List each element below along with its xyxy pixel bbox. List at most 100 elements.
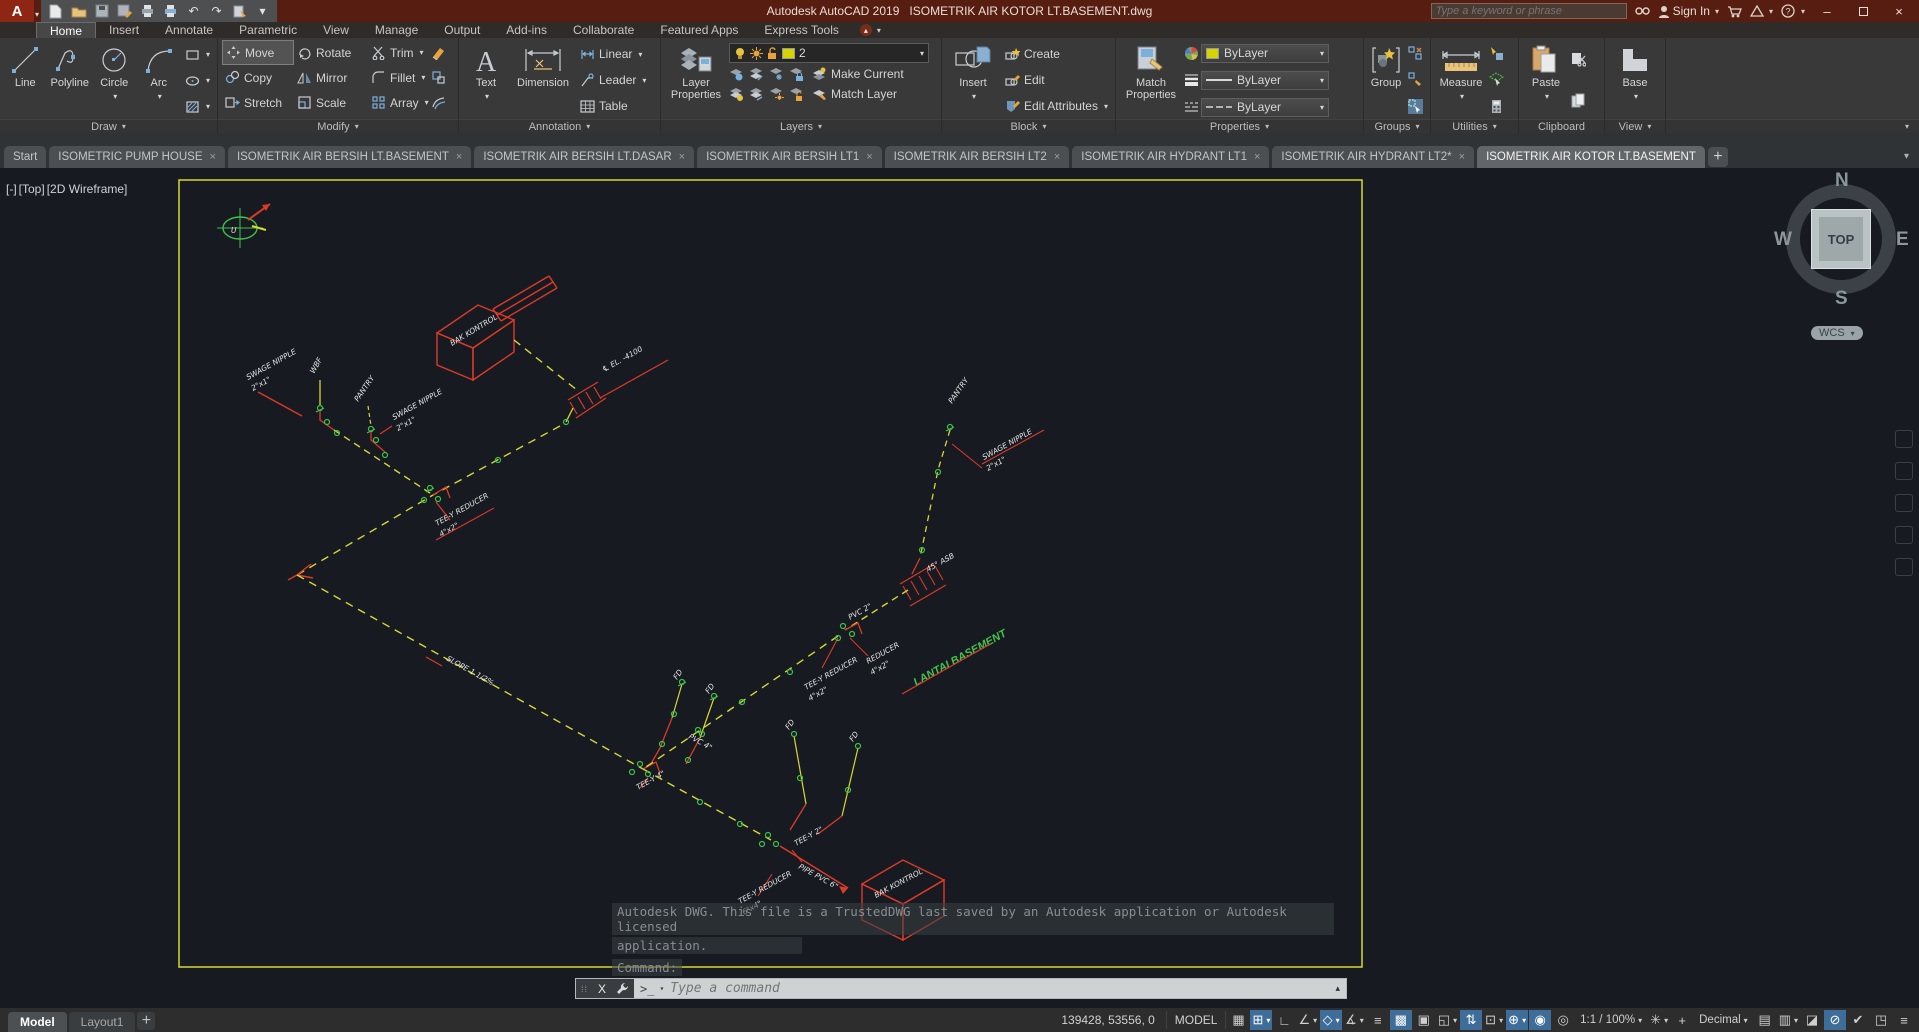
close-icon[interactable]: × <box>210 151 216 163</box>
panel-label-utilities[interactable]: Utilities ▾ <box>1431 119 1518 133</box>
new-file-icon[interactable] <box>47 3 64 20</box>
file-tab-air-bersih-basement[interactable]: ISOMETRIK AIR BERSIH LT.BASEMENT × <box>227 146 472 168</box>
base-button[interactable]: Base ▾ <box>1610 41 1660 119</box>
quick-select-icon[interactable] <box>1489 46 1504 61</box>
orbit-icon[interactable] <box>1895 526 1913 544</box>
command-bar-grip[interactable]: ⁞⁞ X <box>576 979 634 998</box>
wcs-selector[interactable]: WCS ▾ <box>1811 326 1863 340</box>
ribbon-tab-parametric[interactable]: Parametric <box>226 22 310 38</box>
print-icon[interactable] <box>162 3 179 20</box>
close-icon[interactable]: × <box>1054 151 1060 163</box>
circle-button[interactable]: Circle ▾ <box>93 41 136 119</box>
leader-button[interactable]: Leader ▾ <box>577 68 649 93</box>
save-icon[interactable] <box>93 3 110 20</box>
recent-commands-dropdown-icon[interactable]: ▾ <box>659 984 664 993</box>
make-current-button[interactable]: Make Current <box>809 65 907 83</box>
status-units[interactable]: Decimal ▾ <box>1694 1010 1753 1030</box>
linear-dimension-button[interactable]: Linear ▾ <box>577 42 649 67</box>
viewcube-north[interactable]: N <box>1835 170 1849 192</box>
mirror-button[interactable]: Mirror <box>294 65 368 90</box>
table-button[interactable]: Table <box>577 94 649 119</box>
status-selection-filtering[interactable]: ⊡ ▾ <box>1483 1010 1505 1030</box>
viewcube-west[interactable]: W <box>1774 229 1792 251</box>
command-line-bar[interactable]: ⁞⁞ X >_▾ ▴ <box>575 978 1347 999</box>
object-color-dropdown[interactable]: ByLayer ▾ <box>1201 43 1329 63</box>
layer-unlock-all-icon[interactable] <box>789 87 804 102</box>
status-object-snap-tracking[interactable]: ∡ ▾ <box>1343 1010 1366 1030</box>
panel-label-layers[interactable]: Layers ▾ <box>661 119 941 133</box>
status-customize[interactable]: ≡ <box>1893 1010 1915 1030</box>
create-block-button[interactable]: Create <box>1002 42 1111 67</box>
arc-dropdown-icon[interactable]: ▾ <box>158 91 162 103</box>
insert-button[interactable]: Insert ▾ <box>946 41 1000 119</box>
file-tab-overflow-icon[interactable]: ▾ <box>1904 151 1919 168</box>
match-layer-button[interactable]: Match Layer <box>809 85 900 103</box>
ribbon-tab-collaborate[interactable]: Collaborate <box>560 22 647 38</box>
layer-off-icon[interactable] <box>729 67 744 82</box>
panel-label-groups[interactable]: Groups ▾ <box>1364 119 1430 133</box>
ungroup-icon[interactable] <box>1408 46 1423 61</box>
layer-freeze-icon[interactable] <box>769 67 784 82</box>
help-icon[interactable]: ? ▾ <box>1781 3 1805 19</box>
circle-dropdown-icon[interactable]: ▾ <box>113 91 117 103</box>
close-icon[interactable]: × <box>1459 151 1465 163</box>
minimize-button[interactable]: – <box>1813 4 1841 19</box>
ribbon-tab-featured-apps[interactable]: Featured Apps <box>647 22 751 38</box>
panel-label-modify[interactable]: Modify ▾ <box>218 119 458 133</box>
model-space-button[interactable]: MODEL <box>1165 1011 1227 1029</box>
edit-block-button[interactable]: Edit <box>1002 68 1111 93</box>
status-transparency[interactable]: ▩ <box>1389 1010 1412 1030</box>
autocad-app-menu-icon[interactable]: A <box>0 0 34 22</box>
full-navigation-wheel-icon[interactable] <box>1895 430 1913 448</box>
app-menu-dropdown-icon[interactable]: ▾ <box>35 10 39 19</box>
ribbon-tab-home[interactable]: Home <box>36 22 97 38</box>
status-clean-screen[interactable]: ◳ <box>1870 1010 1892 1030</box>
model-tab[interactable]: Model <box>8 1012 67 1032</box>
status-polar-tracking[interactable]: ∠ ▾ <box>1296 1010 1319 1030</box>
app-store-cart-icon[interactable] <box>1727 5 1742 18</box>
layer-properties-button[interactable]: Layer Properties <box>665 41 727 119</box>
layer-isolate-icon[interactable] <box>749 67 764 82</box>
showmotion-icon[interactable] <box>1895 558 1913 576</box>
status-isodraft[interactable]: ◇ ▾ <box>1320 1010 1343 1030</box>
explode-button[interactable] <box>428 65 449 90</box>
drawing-canvas[interactable]: U BAK KONTROL ℄ EL. -4100 SWAGE NIPPLE 2… <box>0 168 1919 1008</box>
zoom-extents-icon[interactable] <box>1895 494 1913 512</box>
file-tab-isometric-pump-house[interactable]: ISOMETRIC PUMP HOUSE × <box>49 146 225 168</box>
status-autoscale[interactable]: ◎ <box>1552 1010 1574 1030</box>
linetype-dropdown[interactable]: ByLayer ▾ <box>1201 97 1329 117</box>
line-button[interactable]: Line <box>4 41 47 119</box>
polyline-button[interactable]: Polyline <box>49 41 92 119</box>
layer-dropdown[interactable]: 2 ▾ <box>729 43 929 63</box>
status-workspace-switching[interactable]: ✳ ▾ <box>1648 1010 1670 1030</box>
move-button[interactable]: Move <box>222 40 294 65</box>
save-as-icon[interactable] <box>116 3 133 20</box>
match-properties-button[interactable]: Match Properties <box>1120 41 1182 119</box>
array-button[interactable]: Array ▾ <box>368 90 429 115</box>
ribbon-tab-output[interactable]: Output <box>431 22 493 38</box>
undo-icon[interactable]: ↶ <box>185 3 202 20</box>
status-object-snap-3d[interactable]: ◱ ▾ <box>1436 1010 1459 1030</box>
group-selection-icon[interactable] <box>1408 99 1423 115</box>
close-icon[interactable]: × <box>866 151 872 163</box>
command-customize-wrench-icon[interactable] <box>616 982 629 995</box>
paste-button[interactable]: Paste ▾ <box>1523 41 1569 119</box>
group-button[interactable]: Group <box>1366 41 1406 119</box>
new-layout-button[interactable]: + <box>137 1012 156 1030</box>
fillet-button[interactable]: Fillet ▾ <box>368 65 428 90</box>
stretch-button[interactable]: Stretch <box>222 90 294 115</box>
ribbon-tab-insert[interactable]: Insert <box>96 22 152 38</box>
cut-icon[interactable] <box>1571 52 1586 67</box>
close-icon[interactable]: × <box>456 151 462 163</box>
edit-attributes-button[interactable]: Edit Attributes ▾ <box>1002 94 1111 119</box>
layout1-tab[interactable]: Layout1 <box>68 1012 136 1032</box>
new-tab-button[interactable]: + <box>1707 147 1728 167</box>
group-edit-icon[interactable] <box>1408 72 1423 87</box>
panel-label-draw[interactable]: Draw ▾ <box>0 119 217 133</box>
status-trusted-dwg[interactable]: ✔ <box>1847 1010 1869 1030</box>
rotate-button[interactable]: Rotate <box>294 40 368 65</box>
ribbon-tab-view[interactable]: View <box>310 22 362 38</box>
open-folder-icon[interactable] <box>70 3 87 20</box>
status-dynamic-input[interactable]: ⇅ <box>1460 1010 1483 1030</box>
close-button[interactable]: × <box>1885 4 1913 19</box>
